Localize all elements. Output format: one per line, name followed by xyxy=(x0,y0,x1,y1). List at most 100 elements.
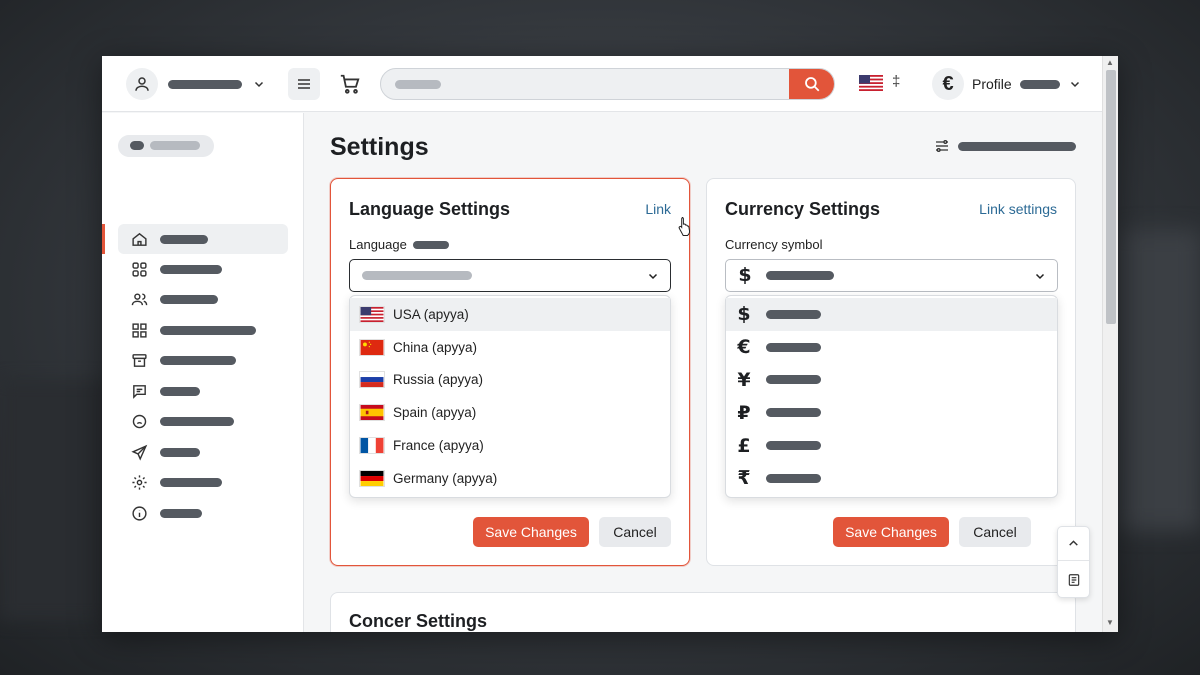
us-flag-icon[interactable] xyxy=(859,75,883,91)
profile-label: Profile xyxy=(972,76,1012,92)
euro-icon: € xyxy=(737,336,751,359)
concer-settings-card: Concer Settings xyxy=(330,592,1076,632)
search-input[interactable] xyxy=(380,68,835,100)
floating-toolbar xyxy=(1057,526,1090,598)
scroll-up-arrow-icon[interactable]: ▲ xyxy=(1106,58,1114,67)
language-dropdown: USA (apyya) China (apyya) Russia (apyya) xyxy=(349,295,671,498)
currency-link-settings[interactable]: Link settings xyxy=(979,201,1057,217)
notes-button[interactable] xyxy=(1058,563,1089,597)
chevron-down-icon xyxy=(1033,269,1047,283)
sidebar-item-dashboard[interactable] xyxy=(118,254,288,284)
background-blur xyxy=(1120,230,1200,530)
apps-icon xyxy=(130,321,148,339)
page-title: Settings xyxy=(330,133,429,161)
document-icon xyxy=(1068,574,1079,586)
sidebar xyxy=(102,113,304,632)
chevron-down-icon xyxy=(1068,77,1082,91)
home-icon xyxy=(130,230,148,248)
filter-control[interactable] xyxy=(934,138,1076,154)
support-icon xyxy=(130,412,148,430)
search-button[interactable] xyxy=(789,69,834,99)
language-select[interactable] xyxy=(349,259,671,292)
language-option[interactable]: China (apyya) xyxy=(350,331,670,364)
currency-option[interactable]: $ xyxy=(726,298,1057,331)
flag-separator: ‡ xyxy=(892,73,901,90)
currency-badge: € xyxy=(932,68,964,100)
app-window: ‡ € Profile Settings Language Settings L… xyxy=(102,56,1118,632)
search-placeholder xyxy=(395,80,441,89)
send-icon xyxy=(130,443,148,461)
scroll-thumb[interactable] xyxy=(1106,70,1116,324)
yen-icon: ¥ xyxy=(737,368,751,391)
search-icon xyxy=(804,77,819,92)
save-button[interactable]: Save Changes xyxy=(833,517,949,547)
language-option[interactable]: France (apyya) xyxy=(350,429,670,462)
language-field-label: Language xyxy=(349,237,449,252)
filter-label-placeholder xyxy=(958,141,1076,151)
language-settings-card: Language Settings Link Language USA (apy… xyxy=(330,178,690,566)
sidebar-item-send[interactable] xyxy=(118,437,288,467)
scrollbar[interactable]: ▲ ▼ xyxy=(1102,56,1118,632)
sidebar-item-support[interactable] xyxy=(118,406,288,436)
chat-icon xyxy=(130,382,148,400)
sidebar-item-settings[interactable] xyxy=(118,467,288,497)
profile-menu[interactable]: € Profile xyxy=(932,68,1082,100)
sidebar-item-apps[interactable] xyxy=(118,315,288,345)
menu-icon[interactable] xyxy=(288,68,320,100)
chevron-down-icon xyxy=(252,77,266,91)
active-indicator xyxy=(102,224,105,254)
sidebar-item-info[interactable] xyxy=(118,498,288,528)
pound-icon: £ xyxy=(737,434,751,457)
currency-option[interactable]: ₹ xyxy=(726,462,1057,495)
chevron-down-icon xyxy=(646,269,660,283)
info-icon xyxy=(130,504,148,522)
top-bar: ‡ € Profile xyxy=(102,56,1102,112)
user-icon xyxy=(126,68,158,100)
hand-cursor-icon xyxy=(678,217,691,236)
russia-flag-icon xyxy=(359,371,385,389)
us-flag-icon xyxy=(359,305,385,323)
scroll-top-button[interactable] xyxy=(1058,527,1089,561)
sidebar-item-archive[interactable] xyxy=(118,345,288,375)
grid-icon xyxy=(130,260,148,278)
cancel-button[interactable]: Cancel xyxy=(599,517,671,547)
currency-field-label: Currency symbol xyxy=(725,237,823,252)
language-option[interactable]: Russia (apyya) xyxy=(350,364,670,397)
sidebar-item-home[interactable] xyxy=(118,224,288,254)
rupee-icon: ₹ xyxy=(737,467,751,490)
profile-name-placeholder xyxy=(1019,79,1060,89)
gear-icon xyxy=(130,473,148,491)
currency-option[interactable]: ¥ xyxy=(726,364,1057,397)
sidebar-header[interactable] xyxy=(118,135,214,157)
currency-option[interactable]: ₽ xyxy=(726,396,1057,429)
language-option[interactable]: Germany (apyya) xyxy=(350,462,670,495)
background-blur xyxy=(0,380,110,620)
user-menu[interactable] xyxy=(126,68,266,100)
filter-icon xyxy=(936,140,948,152)
language-option[interactable]: Spain (apyya) xyxy=(350,396,670,429)
france-flag-icon xyxy=(359,437,385,455)
concer-settings-title: Concer Settings xyxy=(349,611,488,631)
cart-icon[interactable] xyxy=(336,70,364,98)
currency-settings-card: Currency Settings Link settings Currency… xyxy=(706,178,1076,566)
sidebar-item-messages[interactable] xyxy=(118,376,288,406)
sidebar-item-users[interactable] xyxy=(118,284,288,314)
germany-flag-icon xyxy=(359,469,385,487)
currency-option[interactable]: € xyxy=(726,331,1057,364)
currency-select[interactable]: $ xyxy=(725,259,1058,292)
chevron-up-icon xyxy=(1069,540,1078,546)
china-flag-icon xyxy=(359,338,385,356)
currency-settings-title: Currency Settings xyxy=(725,199,881,219)
language-option[interactable]: USA (apyya) xyxy=(350,298,670,331)
currency-dropdown: $ € ¥ ₽ £ ₹ xyxy=(725,295,1058,498)
scroll-down-arrow-icon[interactable]: ▼ xyxy=(1106,618,1114,627)
selected-currency-symbol: $ xyxy=(738,264,752,286)
language-settings-title: Language Settings xyxy=(349,199,511,219)
cancel-button[interactable]: Cancel xyxy=(959,517,1031,547)
currency-option[interactable]: £ xyxy=(726,429,1057,462)
dollar-icon: $ xyxy=(737,303,751,326)
users-icon xyxy=(130,290,148,308)
username-placeholder xyxy=(168,79,242,89)
language-link[interactable]: Link xyxy=(645,201,671,217)
save-button[interactable]: Save Changes xyxy=(473,517,589,547)
